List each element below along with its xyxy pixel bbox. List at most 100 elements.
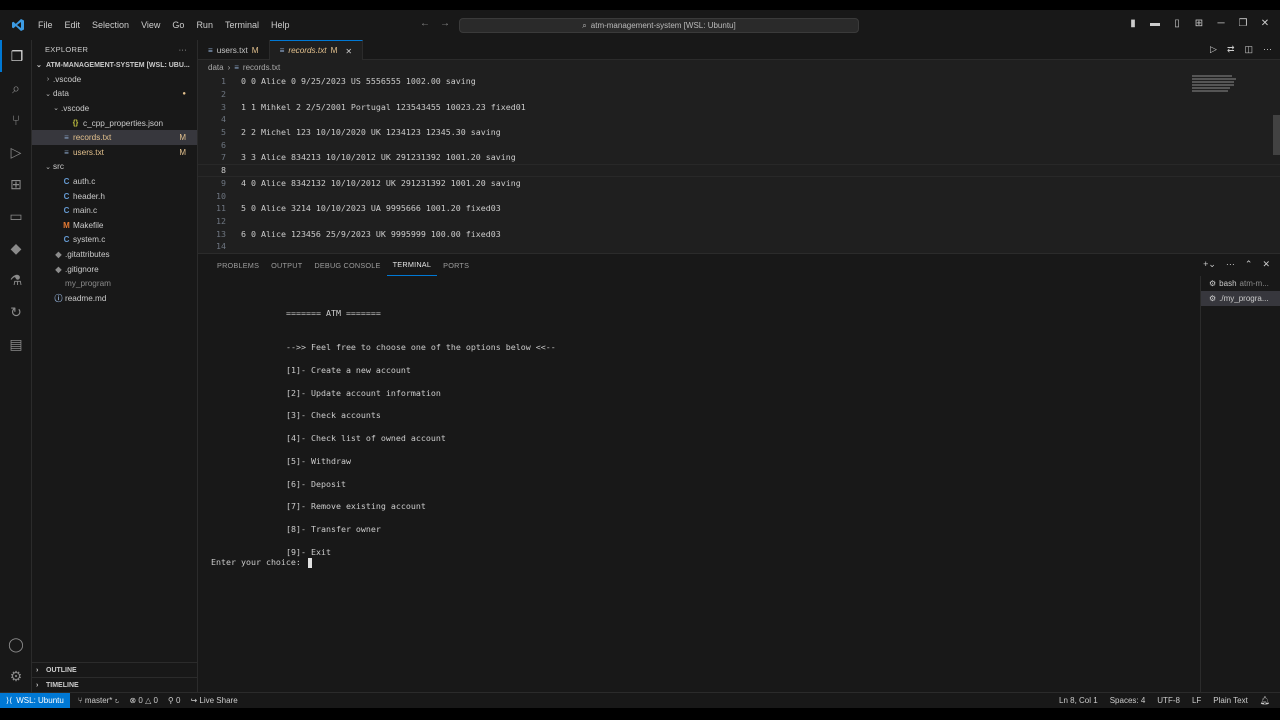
tree-item[interactable]: ◆ .gitignore [32,262,197,277]
line-text: 3 3 Alice 834213 10/10/2012 UK 291231392… [241,152,516,163]
restore-icon[interactable]: ❐ [1236,18,1250,29]
tree-item[interactable]: ⌄ src [32,160,197,175]
status-bar: ⟩⟨ WSL: Ubuntu ⑂ master* ↻ ⊗ 0 △ 0 ⚲ 0 ↪… [0,692,1280,709]
search-view-icon[interactable]: ⌕ [0,72,32,104]
close-tab-icon[interactable]: ✕ [345,46,352,56]
more-actions-icon[interactable]: ··· [179,45,187,54]
close-window-icon[interactable]: ✕ [1258,18,1272,29]
terminal[interactable]: ======= ATM ======= -->> Feel free to ch… [198,276,1200,693]
editor-lines: 1 0 0 Alice 0 9/25/2023 US 5556555 1002.0… [198,75,1280,253]
menu-run[interactable]: Run [190,20,219,30]
tree-item[interactable]: › .vscode [32,72,197,87]
tree-item[interactable]: ≡ users.txt M [32,145,197,160]
git-branch[interactable]: ⑂ master* ↻ [78,696,120,705]
language-mode[interactable]: Plain Text [1213,696,1248,705]
forward-arrow-icon[interactable]: → [440,18,450,29]
code-editor[interactable]: 1 0 0 Alice 0 9/25/2023 US 5556555 1002.0… [198,75,1280,253]
menu-view[interactable]: View [135,20,166,30]
maximize-panel-icon[interactable]: ⌃ [1245,259,1253,270]
run-icon[interactable]: ▷ [1210,44,1217,55]
more-actions-icon[interactable]: ··· [1226,259,1235,270]
problems-indicator[interactable]: ⊗ 0 △ 0 [129,696,157,705]
line-number: 8 [221,165,226,176]
tab-debug-console[interactable]: DEBUG CONSOLE [308,254,386,276]
tree-item[interactable]: {} c_cpp_properties.json [32,116,197,131]
customize-layout-icon[interactable]: ⊞ [1192,18,1206,29]
tab-records-txt[interactable]: ≡ records.txt M ✕ [269,40,364,60]
tree-item-label: src [53,162,64,172]
terminal-item-sub: atm-m... [1239,279,1269,288]
minimap[interactable] [1192,75,1236,95]
menu-go[interactable]: Go [166,20,190,30]
live-share-button[interactable]: ↪ Live Share [190,696,237,705]
editor-scrollbar[interactable] [1273,115,1280,155]
remote-explorer-icon[interactable]: ▭ [0,200,32,232]
split-editor-icon[interactable]: ◫ [1244,44,1253,55]
explorer-icon[interactable]: ❐ [0,40,32,72]
command-center-search[interactable]: ⌕ atm-management-system [WSL: Ubuntu] [459,18,859,33]
line-number: 11 [216,203,226,214]
tab-problems[interactable]: PROBLEMS [211,254,265,276]
close-panel-icon[interactable]: ✕ [1262,259,1270,270]
end-of-line[interactable]: LF [1192,696,1201,705]
tree-item[interactable]: M Makefile [32,218,197,233]
tab-ports[interactable]: PORTS [437,254,475,276]
tree-item[interactable]: Cheader.h [32,189,197,204]
breadcrumb-file[interactable]: records.txt [243,63,280,72]
terminal-item-bash[interactable]: ⚙ bash atm-m... [1201,276,1280,291]
more-actions-icon[interactable]: ··· [1263,44,1272,55]
input-prompt: Enter your choice: [211,557,306,567]
tree-item[interactable]: Cauth.c [32,174,197,189]
indentation[interactable]: Spaces: 4 [1110,696,1146,705]
activity-bar: ❐ ⌕ ⑂ ▷ ⊞ ▭ ◆ ⚗ ↻ ▤ ◯ ⚙ [0,40,32,692]
back-arrow-icon[interactable]: ← [420,18,430,29]
outline-section[interactable]: › OUTLINE [32,662,198,677]
timeline-section[interactable]: › TIMELINE [32,677,198,692]
tree-item[interactable]: ⌄ data ● [32,87,197,102]
toggle-sidebar-icon[interactable]: ▮ [1126,18,1140,29]
menu-edit[interactable]: Edit [59,20,87,30]
settings-gear-icon[interactable]: ⚙ [0,660,32,692]
open-changes-icon[interactable]: ⇄ [1227,44,1235,55]
tree-item[interactable]: ⓘ readme.md [32,291,197,306]
docker-icon[interactable]: ◆ [0,232,32,264]
run-debug-icon[interactable]: ▷ [0,136,32,168]
tree-item[interactable]: Cmain.c [32,203,197,218]
menu-help[interactable]: Help [265,20,296,30]
live-share-icon[interactable]: ↻ [0,296,32,328]
source-control-icon[interactable]: ⑂ [0,104,32,136]
workspace-root[interactable]: ⌄ ATM-MANAGEMENT-SYSTEM [WSL: UBU... [32,58,197,72]
menu-file[interactable]: File [32,20,59,30]
breadcrumb-folder[interactable]: data [208,63,224,72]
tree-item[interactable]: my_program [32,276,197,291]
new-terminal-icon[interactable]: +⌄ [1203,259,1216,270]
tab-label: records.txt [288,46,327,55]
terminal-item-program[interactable]: ⚙ ./my_progra... [1201,291,1280,306]
tree-item[interactable]: ⌄ .vscode [32,101,197,116]
timeline-label: TIMELINE [46,681,79,689]
text-file-icon: ≡ [234,63,239,72]
line-number: 14 [216,241,226,252]
toggle-panel-icon[interactable]: ▬ [1148,18,1162,29]
remote-indicator[interactable]: ⟩⟨ WSL: Ubuntu [0,692,70,709]
tab-output[interactable]: OUTPUT [265,254,308,276]
menu-terminal[interactable]: Terminal [219,20,265,30]
minimize-icon[interactable]: ─ [1214,18,1228,29]
tree-item-label: records.txt [73,133,112,143]
account-icon[interactable]: ◯ [0,628,32,660]
toggle-secondary-sidebar-icon[interactable]: ▯ [1170,18,1184,29]
cursor-position[interactable]: Ln 8, Col 1 [1059,696,1098,705]
ports-indicator[interactable]: ⚲ 0 [168,696,181,705]
extensions-icon[interactable]: ⊞ [0,168,32,200]
line-number: 1 [221,76,226,87]
tree-item[interactable]: ≡ records.txt M [32,130,197,145]
menu-selection[interactable]: Selection [86,20,135,30]
tree-item[interactable]: Csystem.c [32,233,197,248]
encoding[interactable]: UTF-8 [1157,696,1180,705]
tab-terminal[interactable]: TERMINAL [386,254,438,276]
chat-icon[interactable]: ▤ [0,328,32,360]
notifications-icon[interactable]: 🔔︎ [1260,696,1270,705]
tab-users-txt[interactable]: ≡ users.txt M [198,40,270,60]
tree-item[interactable]: ◆ .gitattributes [32,247,197,262]
testing-icon[interactable]: ⚗ [0,264,32,296]
